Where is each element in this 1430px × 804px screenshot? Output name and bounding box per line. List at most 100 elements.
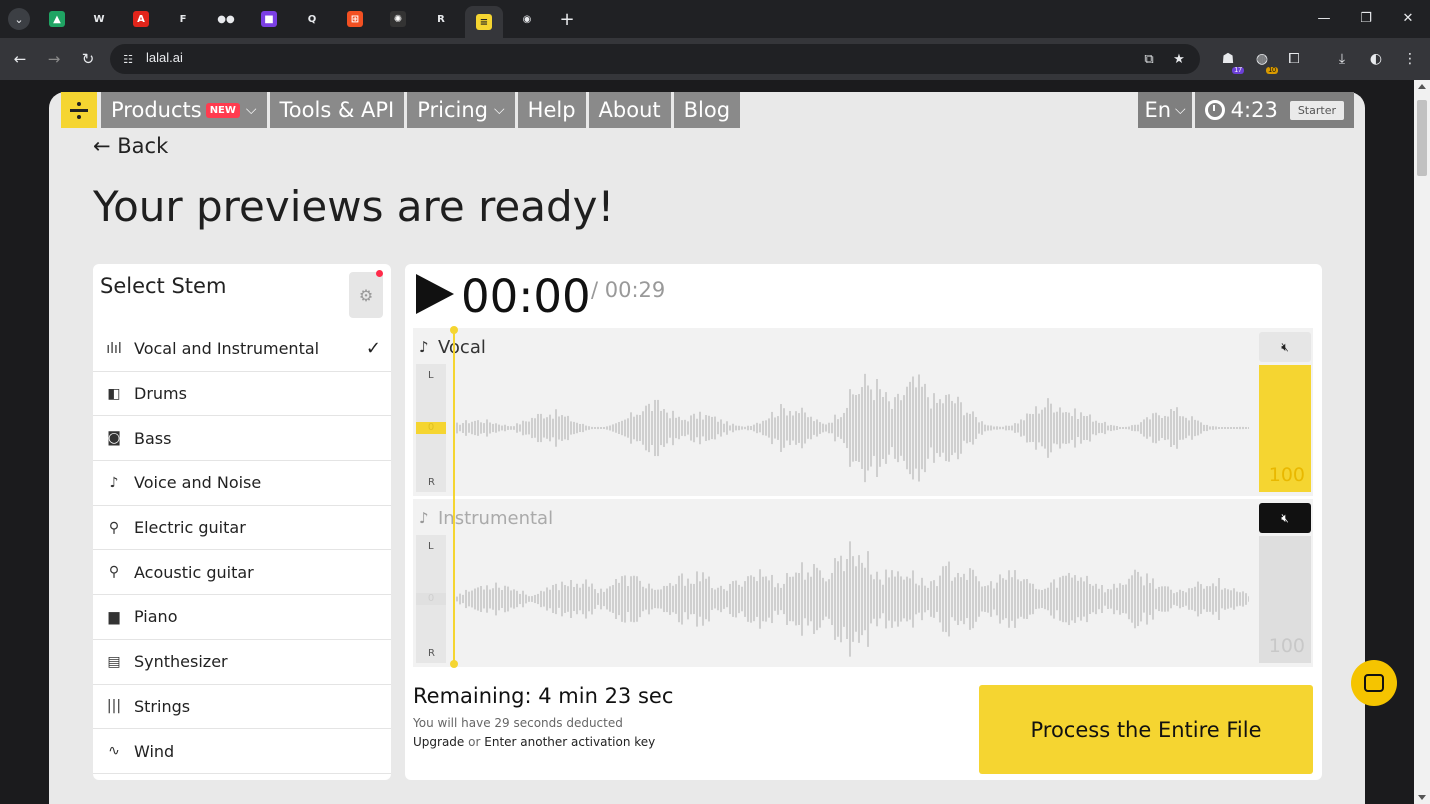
tab-lalal[interactable]: ≡ — [465, 6, 503, 38]
vocal-waveform[interactable] — [453, 364, 1249, 492]
playhead[interactable] — [450, 326, 458, 668]
acoustic-guitar-icon: ⚲ — [108, 564, 120, 581]
or-label: or — [468, 735, 481, 749]
pan-meter[interactable]: L 0 R — [416, 535, 446, 663]
site-info-icon[interactable]: ☷ — [120, 51, 136, 67]
scroll-up-arrow[interactable] — [1418, 84, 1426, 89]
scroll-thumb[interactable] — [1417, 100, 1427, 176]
volume-slider[interactable]: 100 — [1259, 365, 1311, 492]
stem-item[interactable]: ▆ Piano — [93, 595, 391, 640]
mute-button[interactable]: 🔇︎ — [1259, 332, 1311, 362]
volume-slider[interactable]: 100 — [1259, 536, 1311, 663]
page-scrollbar[interactable] — [1414, 80, 1430, 804]
nav-item-blog[interactable]: Blog — [673, 92, 741, 128]
bookmark-star-icon[interactable]: ★ — [1170, 50, 1188, 68]
chat-support-button[interactable] — [1351, 660, 1397, 706]
main-panel: Products NEW ⌵ Tools & API Pricing ⌵ Help About… — [49, 92, 1365, 804]
extension-badge: 10 — [1266, 67, 1278, 74]
nav-item-help[interactable]: Help — [517, 92, 586, 128]
new-tab-button[interactable]: + — [556, 8, 578, 30]
nav-item-about[interactable]: About — [588, 92, 671, 128]
restore-button[interactable]: ❐ — [1346, 4, 1386, 32]
lalal-logo[interactable] — [61, 92, 97, 128]
upgrade-links: Upgrade or Enter another activation key — [413, 735, 655, 749]
stem-item[interactable]: ⚲ Electric guitar — [93, 506, 391, 551]
address-bar[interactable]: ☷ lalal.ai ⧉ ★ — [110, 44, 1200, 74]
close-window-button[interactable]: ✕ — [1388, 4, 1428, 32]
stem-item[interactable]: ⚲ Acoustic guitar — [93, 550, 391, 596]
stem-item[interactable]: ◧ Drums — [93, 372, 391, 417]
stem-item-label: Piano — [134, 607, 178, 627]
tab-app-purple-favicon-icon: ■ — [261, 11, 277, 27]
tab-drive[interactable]: ▲ — [38, 6, 76, 32]
profile-avatar[interactable]: ◐ — [1366, 49, 1386, 69]
tab-r-app[interactable]: R — [422, 6, 460, 32]
play-button[interactable] — [416, 274, 454, 314]
activation-key-link[interactable]: Enter another activation key — [484, 735, 655, 749]
tab-adobe[interactable]: A — [122, 6, 160, 32]
stem-item-label: Strings — [134, 696, 191, 716]
timer-value: 4:23 — [1230, 98, 1278, 122]
chevron-down-icon: ⌵ — [494, 102, 505, 118]
microphone-icon: ♪ — [109, 474, 119, 491]
nav-item-products[interactable]: Products NEW ⌵ — [101, 92, 267, 128]
tab-search-app[interactable]: Q — [293, 6, 331, 32]
install-app-icon[interactable]: ⧉ — [1140, 50, 1158, 68]
stem-item[interactable]: ∿ Wind — [93, 729, 391, 774]
nav-item-label: About — [598, 98, 661, 122]
mute-button[interactable]: 🔇︎ — [1259, 503, 1311, 533]
download-icon[interactable]: ⤓ — [1332, 49, 1352, 69]
reload-icon[interactable]: ↻ — [76, 47, 100, 71]
speaker-mute-icon: 🔇︎ — [1281, 510, 1289, 525]
pan-right-label: R — [428, 648, 435, 659]
extensions-puzzle-icon[interactable]: ⧠ — [1284, 49, 1304, 69]
stem-item-label: Electric guitar — [134, 518, 246, 538]
forward-arrow-icon[interactable]: → — [42, 47, 66, 71]
tab-framer-favicon-icon: F — [179, 13, 187, 25]
stem-item[interactable]: ♪ Voice and Noise — [93, 461, 391, 506]
volume-value: 100 — [1268, 635, 1305, 657]
track-vocal: ♪ Vocal L 0 R 🔇︎ 100 — [413, 328, 1313, 496]
playhead-handle-top[interactable] — [450, 326, 458, 334]
tab-microsoft[interactable]: ⊞ — [336, 6, 374, 32]
tab-wikipedia[interactable]: W — [80, 6, 118, 32]
pan-meter[interactable]: L 0 R — [416, 364, 446, 492]
notification-dot — [376, 270, 383, 277]
stem-item[interactable]: ◙ Bass — [93, 416, 391, 462]
back-arrow-icon[interactable]: ← — [8, 47, 32, 71]
electric-guitar-icon: ⚲ — [108, 519, 120, 536]
tab-framer[interactable]: F — [164, 6, 202, 32]
instrumental-waveform[interactable] — [453, 535, 1249, 663]
scroll-down-arrow[interactable] — [1418, 795, 1426, 800]
nav-item-tools-api[interactable]: Tools & API — [269, 92, 405, 128]
extension-icon-purple[interactable]: ☗ 17 — [1218, 49, 1244, 74]
playhead-handle-bottom[interactable] — [450, 660, 458, 668]
page-title: Your previews are ready! — [93, 182, 615, 231]
tab-github[interactable]: ◉ — [508, 6, 546, 32]
tab-app-purple[interactable]: ■ — [250, 6, 288, 32]
extension-icon-dark[interactable]: ◍ 10 — [1252, 49, 1278, 74]
tab-search-button[interactable]: ⌄ — [8, 8, 30, 30]
plan-badge: Starter — [1289, 100, 1344, 120]
track-name: Instrumental — [438, 508, 554, 529]
stem-item-label: Bass — [134, 428, 172, 448]
menu-kebab-icon[interactable]: ⋮ — [1400, 49, 1420, 69]
tab-medium[interactable]: ●● — [207, 6, 245, 32]
address-url[interactable]: lalal.ai — [146, 50, 183, 65]
pan-left-label: L — [428, 370, 434, 381]
upgrade-link[interactable]: Upgrade — [413, 735, 464, 749]
tab-dark-app[interactable]: ✺ — [379, 6, 417, 32]
back-link[interactable]: ← Back — [93, 134, 168, 158]
nav-item-pricing[interactable]: Pricing ⌵ — [407, 92, 515, 128]
minimize-button[interactable]: — — [1304, 4, 1344, 32]
language-selector[interactable]: En ⌵ — [1138, 92, 1192, 128]
browser-tab-strip: ⌄ ▲ W A F ●● ■ Q ⊞ ✺ R ≡ ◉ + — ❐ ✕ — [0, 0, 1430, 38]
pan-zero-marker: 0 — [416, 422, 446, 434]
stem-settings-button[interactable]: ⚙ — [349, 272, 383, 318]
process-entire-file-button[interactable]: Process the Entire File — [979, 685, 1313, 774]
stem-item[interactable]: ılıl Vocal and Instrumental ✓ — [93, 327, 391, 372]
minutes-remaining[interactable]: 4:23 Starter — [1194, 92, 1354, 128]
browser-toolbar: ← → ↻ ☷ lalal.ai ⧉ ★ ☗ 17 ◍ 10 ⧠ ⤓ ◐ ⋮ — [0, 38, 1430, 80]
stem-item[interactable]: ||| Strings — [93, 685, 391, 730]
stem-item[interactable]: ▤ Synthesizer — [93, 640, 391, 685]
